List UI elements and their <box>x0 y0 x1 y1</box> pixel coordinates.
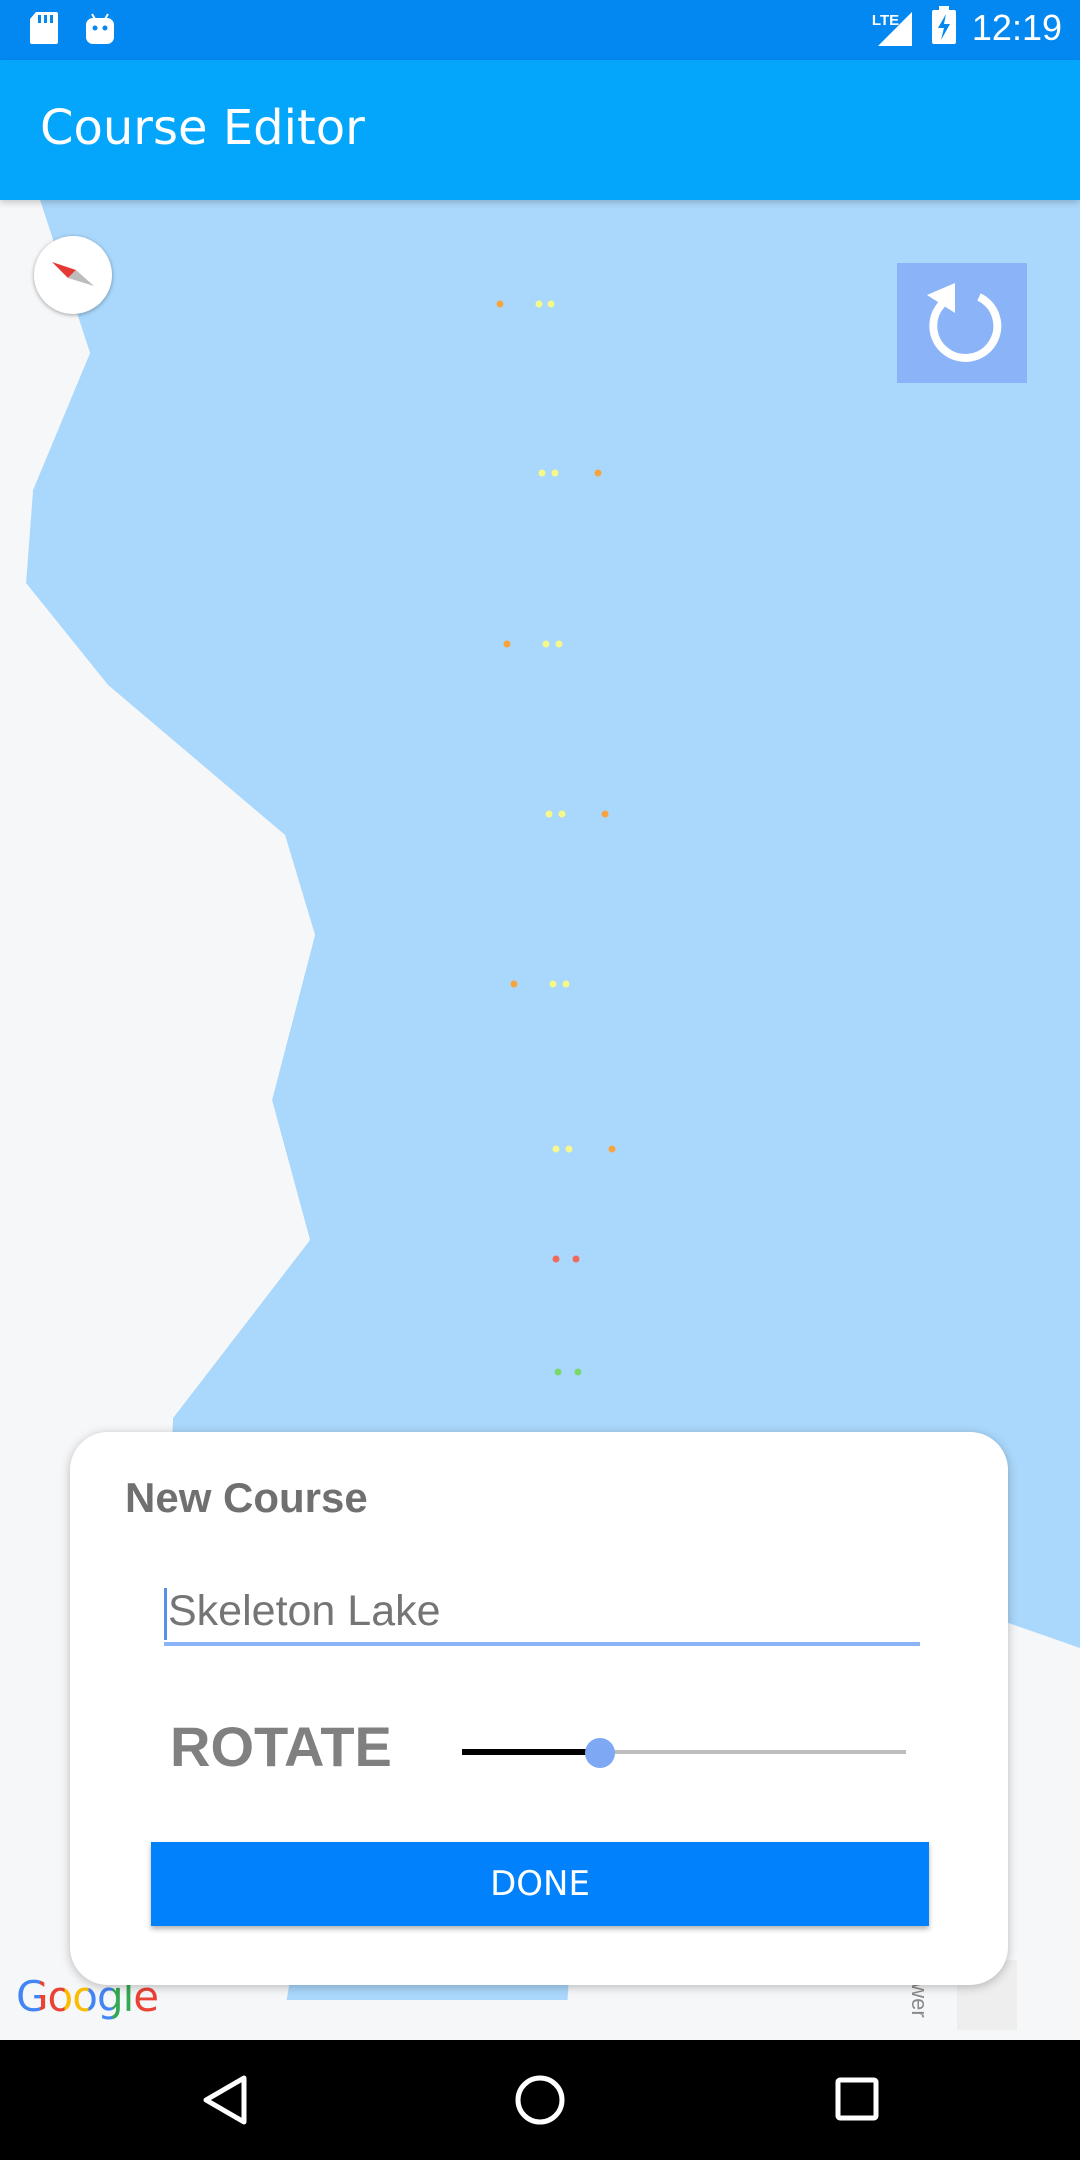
rotate-slider[interactable] <box>462 1732 906 1772</box>
course-marker <box>538 469 546 477</box>
reset-rotation-button[interactable] <box>897 263 1027 383</box>
course-marker <box>552 1145 560 1153</box>
course-marker <box>552 1255 560 1263</box>
course-marker <box>545 810 553 818</box>
course-marker <box>594 469 602 477</box>
app-title: Course Editor <box>40 100 365 156</box>
slider-fill <box>462 1749 600 1755</box>
course-marker <box>558 810 566 818</box>
compass-button[interactable] <box>34 236 112 314</box>
course-marker <box>542 640 550 648</box>
refresh-icon <box>927 283 1002 362</box>
status-time: 12:19 <box>971 6 1062 48</box>
compass-icon <box>52 262 94 286</box>
course-marker <box>551 469 559 477</box>
text-cursor <box>164 1588 167 1640</box>
course-marker <box>510 980 518 988</box>
status-bar: LTE 12:19 <box>0 0 1080 60</box>
course-marker <box>562 980 570 988</box>
course-marker <box>535 300 543 308</box>
course-marker <box>565 1145 573 1153</box>
rotate-label: ROTATE <box>170 1715 392 1778</box>
course-name-input[interactable] <box>164 1580 920 1646</box>
app-bar: Course Editor <box>0 60 1080 200</box>
course-marker <box>554 1368 562 1376</box>
course-marker <box>496 300 504 308</box>
recents-icon[interactable] <box>834 2076 880 2127</box>
back-icon[interactable] <box>200 2074 250 2131</box>
course-marker <box>549 980 557 988</box>
course-marker <box>601 810 609 818</box>
course-marker <box>608 1145 616 1153</box>
course-marker <box>555 640 563 648</box>
dialog-title: New Course <box>125 1474 368 1521</box>
android-icon <box>84 10 116 51</box>
course-marker <box>503 640 511 648</box>
home-icon[interactable] <box>514 2074 566 2131</box>
new-course-dialog: New Course ROTATE DONE <box>70 1432 1008 1985</box>
course-marker <box>572 1255 580 1263</box>
navigation-bar <box>0 2040 1080 2160</box>
sd-card-icon <box>28 10 60 51</box>
course-marker <box>574 1368 582 1376</box>
lte-signal-icon: LTE <box>872 8 916 48</box>
slider-thumb[interactable] <box>584 1738 615 1768</box>
course-marker <box>547 300 555 308</box>
battery-charging-icon <box>931 6 956 49</box>
done-button[interactable]: DONE <box>151 1842 929 1926</box>
